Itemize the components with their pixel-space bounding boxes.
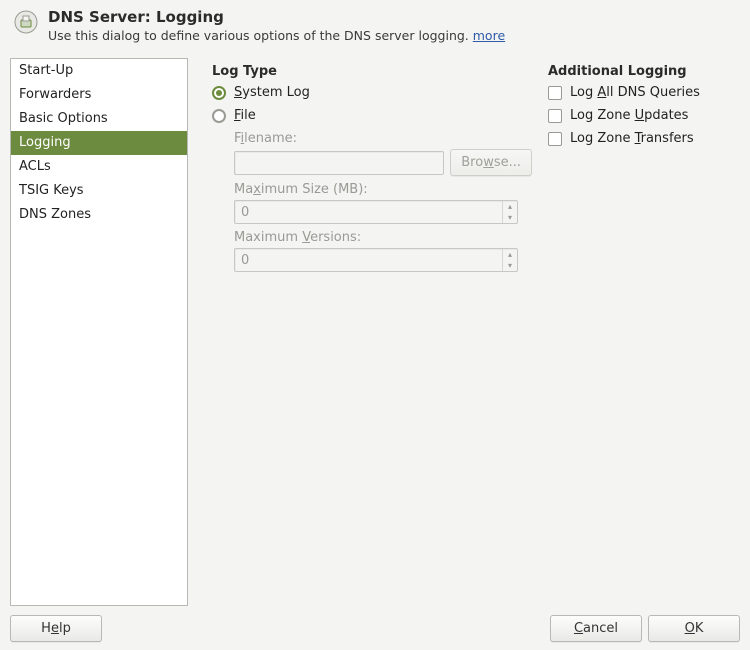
window: DNS Server: Logging Use this dialog to d… bbox=[0, 0, 750, 650]
checkbox-label: Log Zone Updates bbox=[570, 108, 688, 123]
maxsize-spinner: 0 ▴ ▾ bbox=[234, 200, 518, 224]
maxversions-label: Maximum Versions: bbox=[234, 230, 532, 245]
content: Log Type System Log File Filename: Brows… bbox=[188, 58, 740, 606]
yast-icon bbox=[14, 10, 38, 34]
radio-system-log[interactable]: System Log bbox=[212, 85, 532, 100]
checkbox-icon bbox=[548, 86, 562, 100]
checkbox-label: Log Zone Transfers bbox=[570, 131, 694, 146]
filename-label: Filename: bbox=[234, 131, 532, 146]
sidebar-item-logging[interactable]: Logging bbox=[11, 131, 187, 155]
radio-icon bbox=[212, 109, 226, 123]
log-type-heading: Log Type bbox=[212, 64, 532, 79]
sidebar-item-acls[interactable]: ACLs bbox=[11, 155, 187, 179]
radio-icon bbox=[212, 86, 226, 100]
browse-button: Browse... bbox=[450, 149, 532, 176]
checkbox-log-all-queries[interactable]: Log All DNS Queries bbox=[548, 85, 740, 100]
spin-down-icon: ▾ bbox=[503, 212, 517, 223]
maxversions-spinner: 0 ▴ ▾ bbox=[234, 248, 518, 272]
checkbox-icon bbox=[548, 109, 562, 123]
footer: Help Cancel OK bbox=[10, 615, 740, 642]
checkbox-label: Log All DNS Queries bbox=[570, 85, 700, 100]
sidebar: Start-Up Forwarders Basic Options Loggin… bbox=[10, 58, 188, 606]
help-button[interactable]: Help bbox=[10, 615, 102, 642]
page-title: DNS Server: Logging bbox=[48, 8, 740, 26]
filename-input bbox=[234, 151, 444, 175]
cancel-button[interactable]: Cancel bbox=[550, 615, 642, 642]
page-subtitle: Use this dialog to define various option… bbox=[48, 28, 740, 43]
more-link[interactable]: more bbox=[473, 28, 505, 43]
checkbox-log-zone-updates[interactable]: Log Zone Updates bbox=[548, 108, 740, 123]
sidebar-item-tsig-keys[interactable]: TSIG Keys bbox=[11, 179, 187, 203]
ok-button[interactable]: OK bbox=[648, 615, 740, 642]
sidebar-item-startup[interactable]: Start-Up bbox=[11, 59, 187, 83]
radio-label: System Log bbox=[234, 85, 310, 100]
spin-up-icon: ▴ bbox=[503, 201, 517, 212]
spin-up-icon: ▴ bbox=[503, 249, 517, 260]
radio-label: File bbox=[234, 108, 256, 123]
header: DNS Server: Logging Use this dialog to d… bbox=[0, 0, 750, 47]
sidebar-item-dns-zones[interactable]: DNS Zones bbox=[11, 203, 187, 227]
maxsize-label: Maximum Size (MB): bbox=[234, 182, 532, 197]
sidebar-item-forwarders[interactable]: Forwarders bbox=[11, 83, 187, 107]
additional-logging-heading: Additional Logging bbox=[548, 64, 740, 79]
sidebar-item-basic-options[interactable]: Basic Options bbox=[11, 107, 187, 131]
checkbox-icon bbox=[548, 132, 562, 146]
radio-file[interactable]: File bbox=[212, 108, 532, 123]
spin-down-icon: ▾ bbox=[503, 260, 517, 271]
checkbox-log-zone-transfers[interactable]: Log Zone Transfers bbox=[548, 131, 740, 146]
file-options-group: Filename: Browse... Maximum Size (MB): 0… bbox=[234, 131, 532, 272]
